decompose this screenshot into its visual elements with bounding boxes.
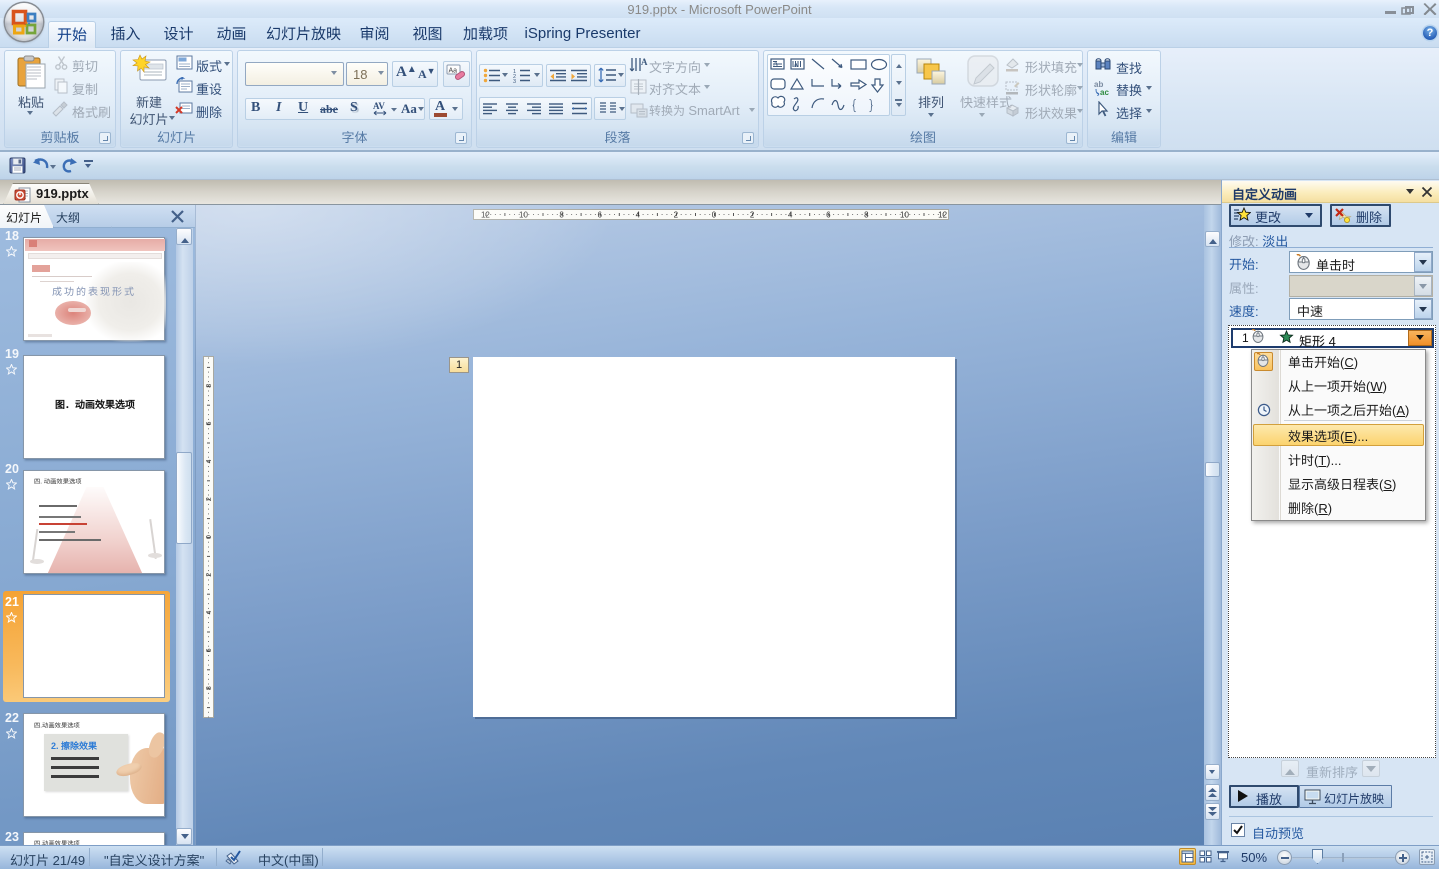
svg-text:A: A xyxy=(641,57,648,67)
svg-text:4: 4 xyxy=(206,611,213,615)
svg-text:0: 0 xyxy=(206,535,213,539)
svg-text:Aa: Aa xyxy=(449,68,458,75)
svg-text:12: 12 xyxy=(938,211,947,220)
svg-text:8: 8 xyxy=(206,686,213,690)
svg-text:6: 6 xyxy=(206,648,213,652)
svg-text:10: 10 xyxy=(900,211,909,220)
svg-text:ac: ac xyxy=(1100,88,1109,96)
svg-text:A: A xyxy=(794,62,799,69)
svg-text:3: 3 xyxy=(513,79,516,84)
svg-text:AV: AV xyxy=(373,101,385,111)
svg-text:A: A xyxy=(773,61,778,68)
svg-text:2: 2 xyxy=(206,573,213,577)
